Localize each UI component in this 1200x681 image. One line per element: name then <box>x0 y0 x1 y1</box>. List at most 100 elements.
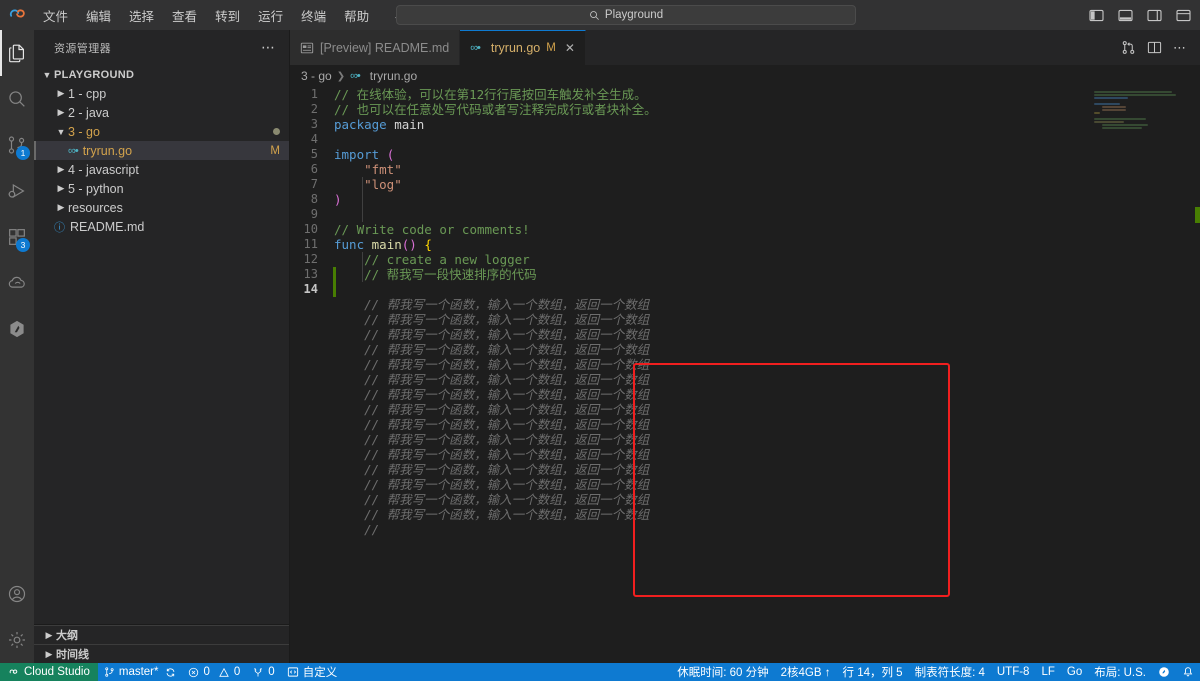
tree-item-5-python[interactable]: ▶ 5 - python <box>34 179 290 198</box>
status-notifications[interactable] <box>1176 663 1200 681</box>
tree-item-3-go[interactable]: ▼ 3 - go <box>34 122 290 141</box>
line-content: // Write code or comments! <box>334 222 530 237</box>
error-icon <box>189 667 199 677</box>
activity-run-and-debug[interactable] <box>0 168 34 214</box>
line-number: 1 <box>310 87 318 101</box>
menu-edit[interactable]: 编辑 <box>77 0 120 30</box>
toggle-panel-icon[interactable] <box>1112 2 1138 28</box>
menu-file[interactable]: 文件 <box>34 0 77 30</box>
code-line-7: 7 "log" <box>290 177 1200 192</box>
status-feedback[interactable] <box>1152 663 1176 681</box>
inline-suggestion-text: // 帮我写一个函数，输入一个数组，返回一个数组 <box>334 417 650 432</box>
status-branch[interactable]: master* <box>98 663 183 681</box>
breadcrumb-file[interactable]: tryrun.go <box>370 69 417 83</box>
status-eol[interactable]: LF <box>1035 663 1060 681</box>
activity-account[interactable] <box>0 571 34 617</box>
tree-root-playground[interactable]: ▼ PLAYGROUND <box>34 65 290 84</box>
status-encoding-label: UTF-8 <box>996 666 1030 678</box>
title-bar: 文件 编辑 选择 查看 转到 运行 终端 帮助 ← → Playground <box>0 0 1200 30</box>
explorer-sidebar: 资源管理器 ⋯ ▼ PLAYGROUND ▶ 1 - cpp ▶ 2 - jav… <box>34 30 290 663</box>
status-remote-label: Cloud Studio <box>24 666 90 678</box>
line-number: 2 <box>310 102 318 116</box>
status-problems[interactable]: 0 0 <box>182 663 246 681</box>
token-function: main <box>371 237 402 252</box>
line-content: // 也可以在任意处写代码或者写注释完成行或者块补全。 <box>334 102 657 117</box>
close-icon[interactable]: ✕ <box>565 41 575 55</box>
activity-settings[interactable] <box>0 617 34 663</box>
status-remote-host[interactable]: Cloud Studio <box>0 663 98 681</box>
menu-help[interactable]: 帮助 <box>335 0 378 30</box>
menu-go[interactable]: 转到 <box>206 0 249 30</box>
status-hibernate-label: 休眠时间: 60 分钟 <box>677 667 769 679</box>
toggle-secondary-sidebar-icon[interactable] <box>1141 2 1167 28</box>
command-search-input[interactable]: Playground <box>396 5 856 25</box>
activity-bar: 1 3 <box>0 30 34 663</box>
line-number: 7 <box>310 177 318 191</box>
cloud-studio-logo-icon[interactable] <box>0 0 34 30</box>
activity-search[interactable] <box>0 76 34 122</box>
search-value: Playground <box>604 9 664 21</box>
inline-suggestion-text: // 帮我写一个函数，输入一个数组，返回一个数组 <box>334 372 650 387</box>
code-editor[interactable]: 1 // 在线体验，可以在第12行行尾按回车触发补全生成。 2 // 也可以在任… <box>290 87 1200 663</box>
breadcrumb-folder[interactable]: 3 - go <box>301 69 332 83</box>
overview-ruler[interactable] <box>1186 87 1200 663</box>
inline-suggestion-line: // 帮我写一个函数，输入一个数组，返回一个数组 <box>290 462 1200 477</box>
tree-item-resources[interactable]: ▶ resources <box>34 198 290 217</box>
panel-outline[interactable]: ▶ 大纲 <box>34 625 290 644</box>
compare-changes-icon[interactable] <box>1116 36 1140 60</box>
status-customize[interactable]: 自定义 <box>281 663 344 681</box>
token-brace: { <box>424 237 432 252</box>
split-editor-icon[interactable] <box>1142 36 1166 60</box>
tree-root-label: PLAYGROUND <box>54 68 135 81</box>
tab-tryrun-go[interactable]: ∞• tryrun.go M ✕ <box>460 30 586 65</box>
tree-item-2-java[interactable]: ▶ 2 - java <box>34 103 290 122</box>
code-line-12: 12 // create a new logger <box>290 252 1200 267</box>
customize-layout-icon[interactable] <box>1170 2 1196 28</box>
status-cursor-position[interactable]: 行 14，列 5 <box>837 663 909 681</box>
activity-source-control[interactable]: 1 <box>0 122 34 168</box>
status-machine-spec[interactable]: 2核4GB ↑ <box>775 663 837 681</box>
inline-suggestion-line: // 帮我写一个函数，输入一个数组，返回一个数组 <box>290 342 1200 357</box>
overview-modified-mark <box>1195 207 1200 223</box>
workbench-body: 1 3 资源管理器 ⋯ ▼ PLAYGROUND ▶ 1 - cpp ▶ 2 -… <box>0 30 1200 663</box>
status-eol-label: LF <box>1041 666 1055 678</box>
token-keyword: package <box>334 117 395 132</box>
menu-selection[interactable]: 选择 <box>120 0 163 30</box>
chevron-right-icon: ▶ <box>57 164 65 174</box>
tree-item-tryrun-go[interactable]: ∞• tryrun.go M <box>34 141 290 160</box>
token-keyword: import <box>334 147 387 162</box>
panel-timeline[interactable]: ▶ 时间线 <box>34 644 290 663</box>
menu-terminal[interactable]: 终端 <box>292 0 335 30</box>
line-number: 13 <box>303 267 318 281</box>
ellipsis-icon[interactable]: ⋯ <box>261 39 282 56</box>
toggle-primary-sidebar-icon[interactable] <box>1083 2 1109 28</box>
line-number: 5 <box>310 147 318 161</box>
activity-ai-assistant[interactable] <box>0 306 34 352</box>
menu-run[interactable]: 运行 <box>249 0 292 30</box>
line-number: 10 <box>303 222 318 236</box>
status-hibernate-time[interactable]: 休眠时间: 60 分钟 <box>671 663 774 681</box>
status-language-mode[interactable]: Go <box>1061 663 1088 681</box>
tab-readme-preview[interactable]: [Preview] README.md <box>290 30 461 65</box>
editor-toolbar: ⋯ <box>1116 30 1200 65</box>
status-ports[interactable]: 0 <box>246 663 280 681</box>
run-debug-icon <box>8 183 25 199</box>
status-keyboard-layout[interactable]: 布局: U.S. <box>1088 663 1152 681</box>
tree-item-4-javascript[interactable]: ▶ 4 - javascript <box>34 160 290 179</box>
inline-suggestion-text: // 帮我写一个函数，输入一个数组，返回一个数组 <box>334 507 650 522</box>
activity-explorer[interactable] <box>0 30 34 76</box>
editor-area: [Preview] README.md ∞• tryrun.go M ✕ ⋯ 3… <box>290 30 1200 663</box>
inline-suggestion-text: // 帮我写一个函数，输入一个数组，返回一个数组 <box>334 342 650 357</box>
line-content: "fmt" <box>334 162 402 177</box>
menu-view[interactable]: 查看 <box>163 0 206 30</box>
activity-extensions[interactable]: 3 <box>0 214 34 260</box>
more-actions-icon[interactable]: ⋯ <box>1168 36 1192 60</box>
modified-gutter-indicator <box>333 267 336 297</box>
tree-item-readme-md[interactable]: ⓘ README.md <box>34 217 290 236</box>
activity-cloud[interactable] <box>0 260 34 306</box>
inline-suggestion-line: // 帮我写一个函数，输入一个数组，返回一个数组 <box>290 312 1200 327</box>
status-encoding[interactable]: UTF-8 <box>991 663 1036 681</box>
code-lines: 1 // 在线体验，可以在第12行行尾按回车触发补全生成。 2 // 也可以在任… <box>290 87 1200 663</box>
tree-item-1-cpp[interactable]: ▶ 1 - cpp <box>34 84 290 103</box>
status-indentation[interactable]: 制表符长度: 4 <box>909 663 991 681</box>
